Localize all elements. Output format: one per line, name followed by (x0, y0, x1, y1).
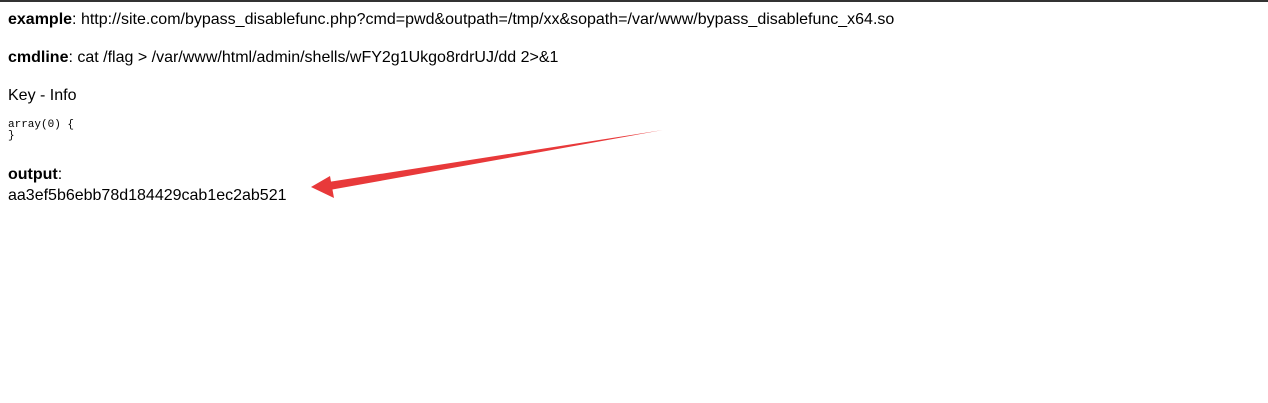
output-label-line: output: (8, 165, 62, 185)
cmdline-line: cmdline: cat /flag > /var/www/html/admin… (8, 48, 558, 68)
arrow-head (311, 176, 334, 198)
output-label: output (8, 166, 58, 183)
output-value: aa3ef5b6ebb78d184429cab1ec2ab521 (8, 187, 287, 204)
example-label: example (8, 11, 73, 28)
output-separator: : (57, 166, 63, 183)
example-line: example: http://site.com/bypass_disablef… (8, 10, 894, 30)
top-border (0, 0, 1268, 2)
array-dump: array(0) { } (8, 119, 75, 142)
cmdline-label: cmdline (8, 49, 69, 66)
cmdline-value: cat /flag > /var/www/html/admin/shells/w… (77, 49, 559, 66)
example-separator: : (72, 11, 81, 28)
arrow-shaft (322, 130, 663, 191)
key-info-heading: Key - Info (8, 87, 77, 104)
example-url: http://site.com/bypass_disablefunc.php?c… (80, 11, 895, 28)
